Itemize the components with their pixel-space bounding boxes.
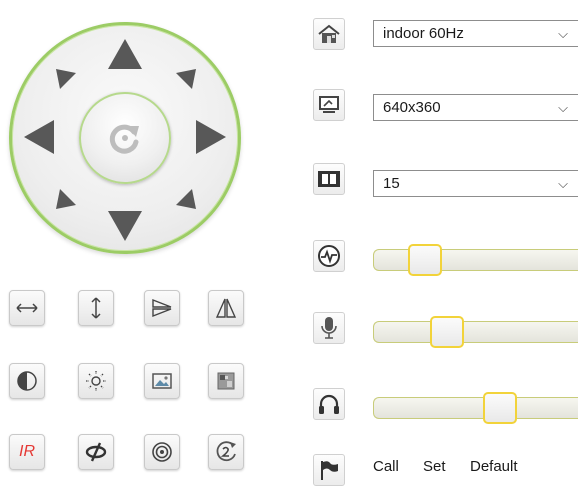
noise-image-icon <box>217 372 235 390</box>
sun-icon <box>86 371 106 391</box>
headphones-icon <box>313 388 345 420</box>
pan-down-right-button[interactable] <box>174 187 196 209</box>
mirror-button[interactable] <box>208 290 244 326</box>
pan-down-button[interactable] <box>108 211 142 241</box>
light-mode-value: indoor 60Hz <box>383 25 464 42</box>
resolution-select[interactable]: 640x360 ⌵ <box>373 94 578 121</box>
video-quality-slider[interactable] <box>373 244 578 276</box>
horizontal-mirror-button[interactable] <box>9 290 45 326</box>
speaker-volume-slider[interactable] <box>373 392 578 424</box>
arrow-down-icon <box>108 211 142 241</box>
frame-rate-value: 15 <box>383 175 400 192</box>
vertical-arrows-icon <box>91 297 101 319</box>
brightness-button[interactable] <box>78 363 114 399</box>
focus-target-button[interactable] <box>144 434 180 470</box>
picture-icon <box>152 373 172 389</box>
vertical-flip-button[interactable] <box>78 290 114 326</box>
contrast-button[interactable] <box>9 363 45 399</box>
arrow-up-left-icon <box>56 69 76 89</box>
speaker-volume-slider-thumb[interactable] <box>483 392 517 424</box>
flag-icon <box>313 454 345 486</box>
arrow-down-right-icon <box>176 189 196 209</box>
saturation-button[interactable] <box>144 363 180 399</box>
horizontal-arrows-icon <box>16 303 38 313</box>
monitor-icon <box>313 89 345 121</box>
pan-up-button[interactable] <box>108 39 142 69</box>
arrow-up-icon <box>108 39 142 69</box>
call-preset-button[interactable]: Call <box>373 458 399 475</box>
chevron-down-icon: ⌵ <box>558 26 568 41</box>
video-quality-slider-thumb[interactable] <box>408 244 442 276</box>
ir-label: IR <box>19 443 35 460</box>
rotate-timer-button[interactable] <box>208 434 244 470</box>
pulse-icon <box>313 240 345 272</box>
pan-right-button[interactable] <box>196 120 226 154</box>
ptz-control-pad <box>9 22 241 254</box>
arrow-up-right-icon <box>176 69 196 89</box>
arrow-left-icon <box>24 120 54 154</box>
home-icon <box>313 18 345 50</box>
mirror-triangle-icon <box>215 298 237 318</box>
film-icon <box>313 163 345 195</box>
pan-left-button[interactable] <box>24 120 54 154</box>
contrast-icon <box>17 371 37 391</box>
arrow-down-left-icon <box>56 189 76 209</box>
sharpness-button[interactable] <box>208 363 244 399</box>
frame-rate-select[interactable]: 15 ⌵ <box>373 170 578 197</box>
arrow-right-icon <box>196 120 226 154</box>
chevron-down-icon: ⌵ <box>558 100 568 115</box>
microphone-icon <box>313 312 345 344</box>
light-mode-select[interactable]: indoor 60Hz ⌵ <box>373 20 578 47</box>
refresh-icon <box>109 124 139 154</box>
set-preset-button[interactable]: Set <box>423 458 446 475</box>
ir-off-button[interactable] <box>78 434 114 470</box>
microphone-volume-slider-thumb[interactable] <box>430 316 464 348</box>
microphone-volume-slider[interactable] <box>373 316 578 348</box>
target-icon <box>152 442 172 462</box>
rotate-timer-icon <box>216 441 236 462</box>
ir-disabled-icon <box>85 442 107 462</box>
pan-down-left-button[interactable] <box>56 187 78 209</box>
default-preset-button[interactable]: Default <box>470 458 518 475</box>
pan-up-left-button[interactable] <box>56 69 78 91</box>
flip-button[interactable] <box>144 290 180 326</box>
flip-triangle-icon <box>152 298 172 318</box>
ir-button[interactable]: IR <box>9 434 45 470</box>
ptz-center-reset-button[interactable] <box>79 92 171 184</box>
resolution-value: 640x360 <box>383 99 441 116</box>
pan-up-right-button[interactable] <box>174 69 196 91</box>
chevron-down-icon: ⌵ <box>558 176 568 191</box>
